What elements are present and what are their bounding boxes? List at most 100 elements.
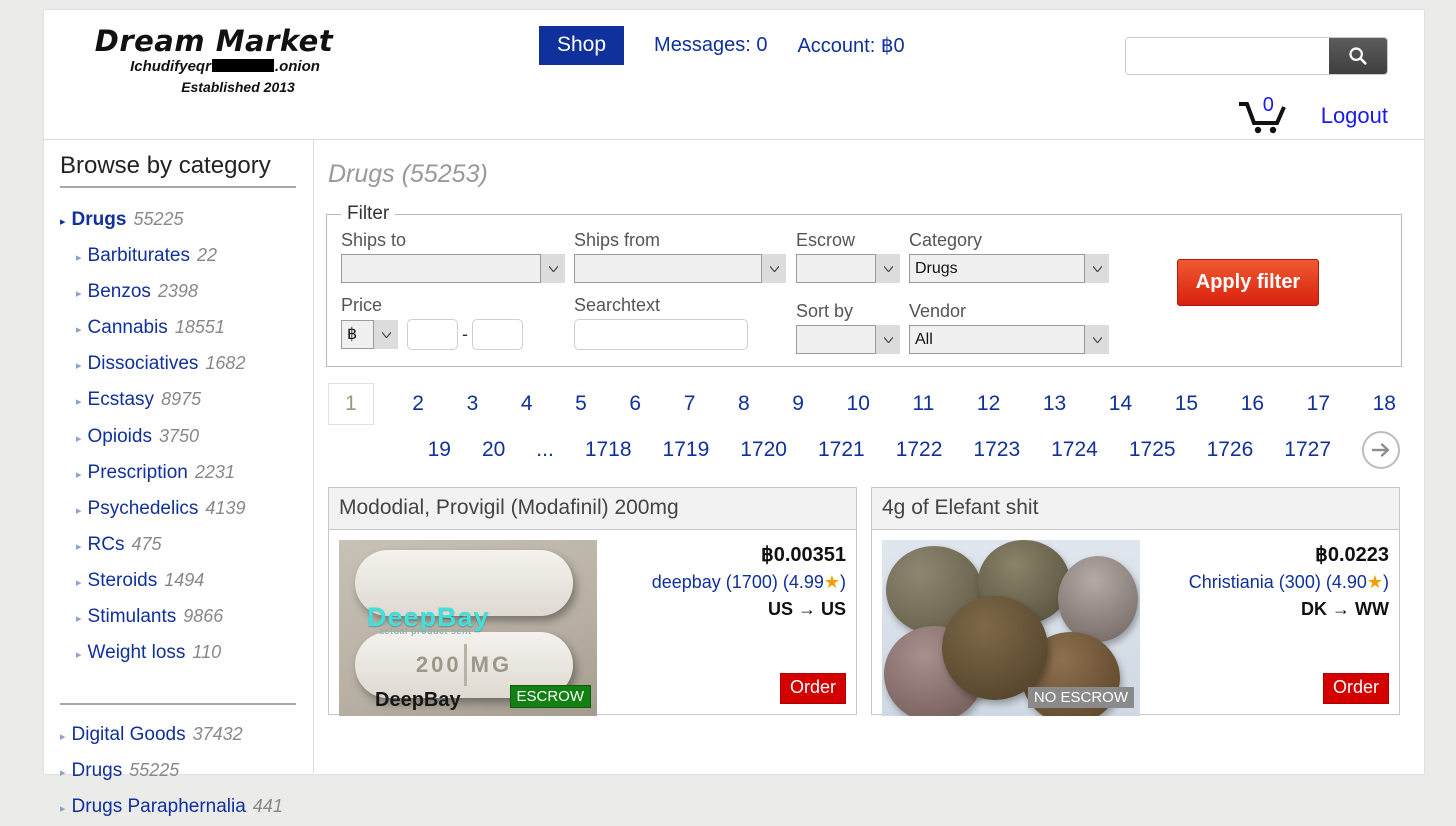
sidebar-item-weight-loss[interactable]: ▸ Weight loss 110 xyxy=(76,635,313,671)
product-card[interactable]: 4g of Elefant shit NO ESCROW ฿0.0223 Chr… xyxy=(871,487,1400,717)
product-title[interactable]: 4g of Elefant shit xyxy=(872,488,1399,531)
product-info: ฿0.00351 deepbay (1700) (4.99★) US → US … xyxy=(607,540,846,714)
sidebar-item-barbiturates[interactable]: ▸ Barbiturates 22 xyxy=(76,238,313,274)
sidebar-item-label: Barbiturates xyxy=(87,245,190,267)
pagination-link[interactable]: 8 xyxy=(734,390,754,418)
chevron-down-icon xyxy=(549,265,558,272)
search-input[interactable] xyxy=(1126,38,1329,74)
vendor-select[interactable]: All xyxy=(909,325,1104,355)
pagination-link[interactable]: 16 xyxy=(1237,390,1268,418)
pagination-link[interactable]: 1721 xyxy=(814,436,869,464)
chevron-right-icon: ▸ xyxy=(60,731,66,744)
sidebar-item-steroids[interactable]: ▸ Steroids 1494 xyxy=(76,563,313,599)
price-min-input[interactable] xyxy=(407,319,458,351)
pagination-link[interactable]: 19 xyxy=(424,436,455,464)
sidebar-item-drugs-all[interactable]: ▸ Drugs 55225 xyxy=(60,753,313,789)
pagination-link[interactable]: 1727 xyxy=(1280,436,1335,464)
sort-by-select[interactable] xyxy=(796,325,890,355)
pagination-link[interactable]: 7 xyxy=(680,390,700,418)
pagination-link[interactable]: 1720 xyxy=(736,436,791,464)
pagination-row-2: 19 20 ... 1718 1719 1720 1721 1722 1723 … xyxy=(328,431,1400,470)
product-image[interactable]: NO ESCROW xyxy=(882,540,1140,717)
pagination-link[interactable]: 1724 xyxy=(1047,436,1102,464)
pagination-link[interactable]: 10 xyxy=(843,390,874,418)
ships-to-select-wrap xyxy=(341,254,565,284)
sidebar-item-drugs-paraphernalia[interactable]: ▸ Drugs Paraphernalia 441 xyxy=(60,789,313,825)
sidebar-item-drugs[interactable]: ▸ Drugs 55225 xyxy=(60,202,313,238)
logout-link[interactable]: Logout xyxy=(1321,103,1388,129)
pagination-link[interactable]: 3 xyxy=(463,390,483,418)
pagination-link[interactable]: 5 xyxy=(571,390,591,418)
sidebar-item-dissociatives[interactable]: ▸ Dissociatives 1682 xyxy=(76,346,313,382)
cart-count: 0 xyxy=(1262,94,1274,116)
chevron-down-icon xyxy=(770,265,779,272)
pagination-link[interactable]: 13 xyxy=(1039,390,1070,418)
pagination-link[interactable]: 9 xyxy=(788,390,808,418)
pagination-link[interactable]: 1726 xyxy=(1203,436,1258,464)
pagination-link[interactable]: 12 xyxy=(973,390,1004,418)
price-row: ฿ - xyxy=(341,319,565,351)
pagination-link[interactable]: 1718 xyxy=(581,436,636,464)
escrow-badge: NO ESCROW xyxy=(1027,687,1134,709)
product-title[interactable]: Mododial, Provigil (Modafinil) 200mg xyxy=(329,488,856,531)
pagination-link[interactable]: 1725 xyxy=(1125,436,1180,464)
sidebar-item-label: Weight loss xyxy=(87,642,186,664)
pagination-link[interactable]: 1719 xyxy=(659,436,714,464)
sidebar-item-label: Steroids xyxy=(87,569,158,591)
sidebar-item-count: 4139 xyxy=(205,497,246,518)
sidebar-item-opioids[interactable]: ▸ Opioids 3750 xyxy=(76,419,313,455)
sidebar-item-psychedelics[interactable]: ▸ Psychedelics 4139 xyxy=(76,491,313,527)
pagination-link[interactable]: 2 xyxy=(408,390,428,418)
escrow-badge: ESCROW xyxy=(509,685,591,709)
star-icon: ★ xyxy=(1366,572,1383,593)
product-vendor-link[interactable]: Christiania (300) (4.90★) xyxy=(1189,572,1389,593)
next-page-button[interactable] xyxy=(1362,431,1400,470)
pagination-link[interactable]: 6 xyxy=(625,390,645,418)
vendor-tail: ) xyxy=(1383,572,1389,593)
order-button[interactable]: Order xyxy=(779,673,846,705)
filter-col-shipping-price: Ships to Price ฿ - xyxy=(341,227,565,351)
nav-messages-link[interactable]: Messages: 0 xyxy=(654,34,767,57)
product-card[interactable]: Mododial, Provigil (Modafinil) 200mg 200… xyxy=(328,487,857,717)
product-image-dose-text: 200 MG xyxy=(415,652,513,678)
apply-filter-button[interactable]: Apply filter xyxy=(1176,259,1320,306)
product-price: ฿0.0223 xyxy=(1315,544,1389,567)
filter-legend: Filter xyxy=(347,203,390,224)
redaction-bar xyxy=(211,59,274,73)
pagination-link[interactable]: 1722 xyxy=(892,436,947,464)
pagination-link[interactable]: 15 xyxy=(1171,390,1202,418)
nav-account-link[interactable]: Account: ฿0 xyxy=(797,33,904,58)
sidebar-item-benzos[interactable]: ▸ Benzos 2398 xyxy=(76,274,313,310)
product-image[interactable]: 200 MG DeepBay actual product sent DeepB… xyxy=(339,540,597,717)
site-logo[interactable]: Dream Market Ichudifyeqr .onion Establish… xyxy=(74,26,354,96)
cart-button[interactable]: 0 xyxy=(1237,94,1293,136)
sort-by-select-wrap xyxy=(796,325,900,355)
category-select[interactable]: Drugs xyxy=(909,254,1104,284)
sidebar-item-digital-goods[interactable]: ▸ Digital Goods 37432 xyxy=(60,717,313,753)
sidebar-item-cannabis[interactable]: ▸ Cannabis 18551 xyxy=(76,310,313,346)
pagination-link[interactable]: 17 xyxy=(1303,390,1334,418)
escrow-select[interactable] xyxy=(796,254,890,284)
sidebar-item-prescription[interactable]: ▸ Prescription 2231 xyxy=(76,455,313,491)
search-button[interactable] xyxy=(1329,38,1387,74)
nav-shop-button[interactable]: Shop xyxy=(539,26,625,65)
pagination-link[interactable]: 1723 xyxy=(969,436,1024,464)
sidebar-item-ecstasy[interactable]: ▸ Ecstasy 8975 xyxy=(76,382,313,418)
price-max-input[interactable] xyxy=(472,319,523,351)
pagination-link[interactable]: 20 xyxy=(478,436,509,464)
pagination-link[interactable]: 14 xyxy=(1105,390,1136,418)
pagination-link[interactable]: 18 xyxy=(1369,390,1400,418)
ships-from-select[interactable] xyxy=(574,254,766,284)
sidebar-item-rcs[interactable]: ▸ RCs 475 xyxy=(76,527,313,563)
pagination-link[interactable]: 11 xyxy=(908,390,938,418)
category-label: Category xyxy=(909,230,983,250)
order-button[interactable]: Order xyxy=(1322,673,1389,705)
ships-to-select[interactable] xyxy=(341,254,545,284)
sidebar-item-count: 2231 xyxy=(194,461,235,482)
searchtext-input[interactable] xyxy=(574,319,748,351)
currency-select[interactable]: ฿ xyxy=(341,320,398,350)
sidebar-item-stimulants[interactable]: ▸ Stimulants 9866 xyxy=(76,599,313,635)
product-vendor-link[interactable]: deepbay (1700) (4.99★) xyxy=(652,572,846,593)
pagination-link[interactable]: 4 xyxy=(517,390,537,418)
sidebar-item-count: 1494 xyxy=(164,569,205,590)
